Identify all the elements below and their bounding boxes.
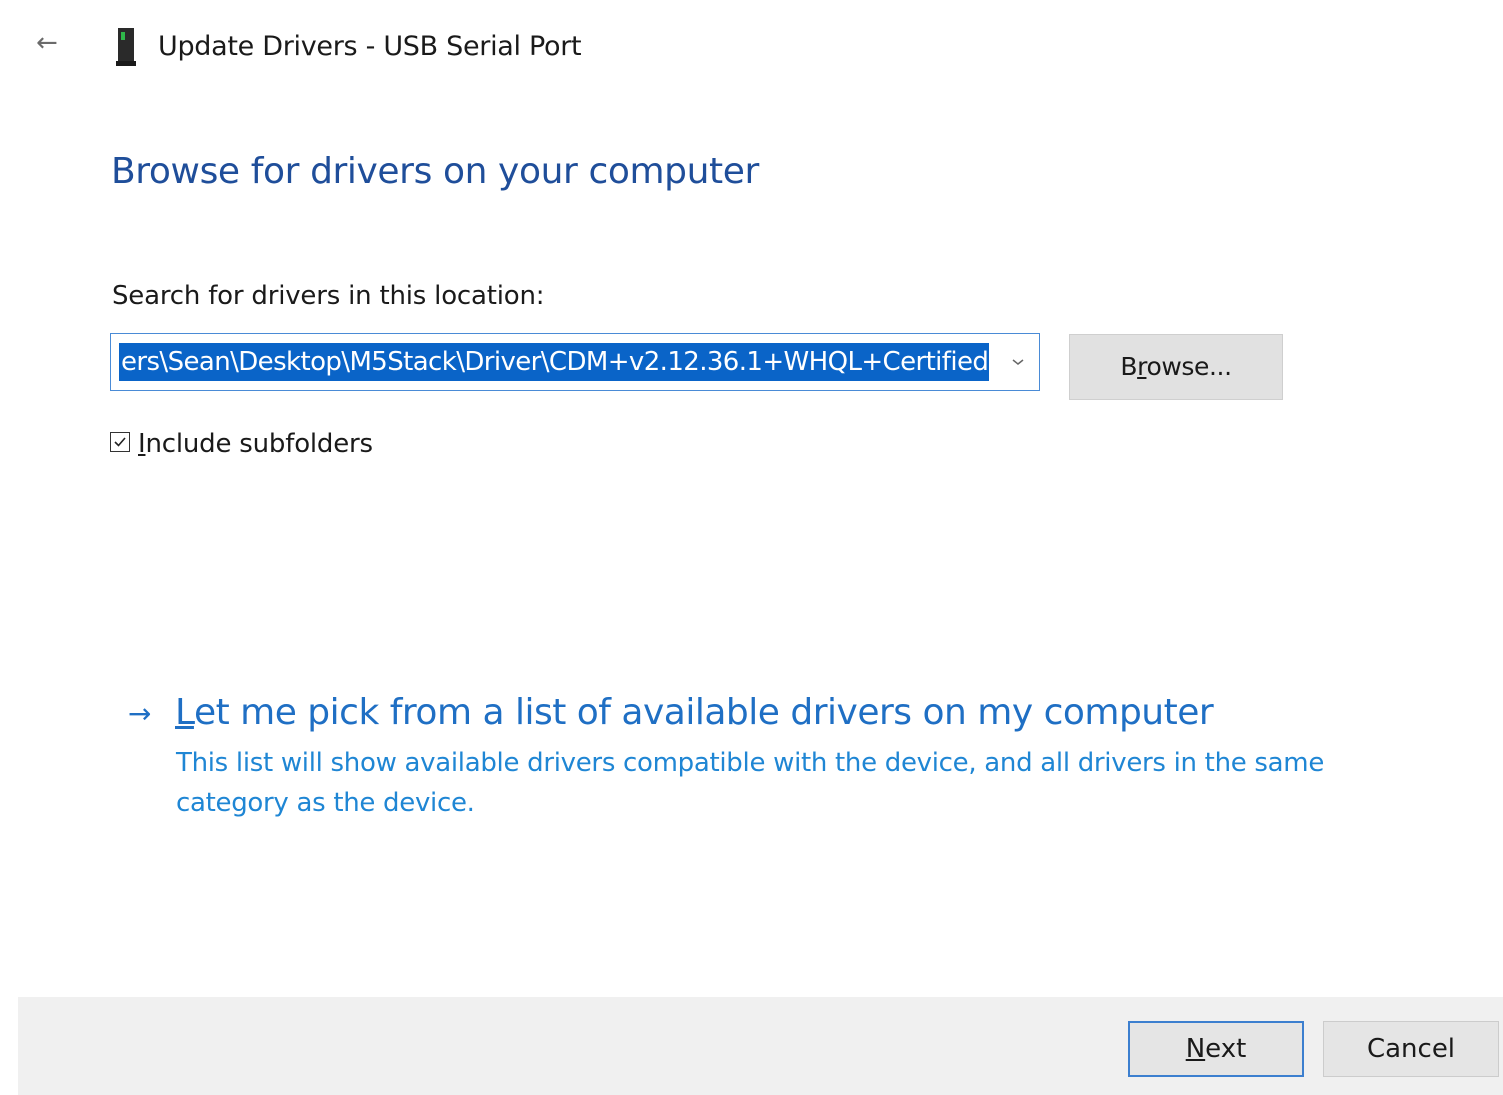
page-heading: Browse for drivers on your computer: [111, 151, 759, 192]
include-subfolders-checkbox[interactable]: [110, 432, 130, 452]
pick-from-list-description[interactable]: This list will show available drivers co…: [176, 743, 1326, 823]
browse-label-suffix: owse...: [1146, 352, 1232, 381]
back-arrow-icon[interactable]: ←: [36, 28, 58, 58]
chevron-down-icon[interactable]: [1007, 348, 1029, 376]
search-location-label: Search for drivers in this location:: [112, 281, 545, 311]
include-subfolders-rest: nclude subfolders: [145, 429, 373, 459]
pick-from-list-title-rest: et me pick from a list of available driv…: [193, 692, 1214, 733]
driver-location-combobox[interactable]: ers\Sean\Desktop\M5Stack\Driver\CDM+v2.1…: [110, 333, 1040, 391]
driver-location-value: ers\Sean\Desktop\M5Stack\Driver\CDM+v2.1…: [119, 343, 989, 381]
window-title: Update Drivers - USB Serial Port: [158, 31, 582, 62]
browse-button[interactable]: Browse...: [1069, 334, 1283, 400]
include-subfolders-label[interactable]: Include subfolders: [138, 426, 373, 462]
usb-device-icon: [116, 28, 136, 66]
update-drivers-window: ← Update Drivers - USB Serial Port Brows…: [0, 0, 1503, 1095]
next-button[interactable]: Next: [1128, 1021, 1304, 1077]
cancel-button[interactable]: Cancel: [1323, 1021, 1499, 1077]
next-label-rest: ext: [1205, 1034, 1247, 1064]
next-label-accel: N: [1185, 1034, 1206, 1064]
pick-from-list-link[interactable]: Let me pick from a list of available dri…: [175, 686, 1214, 740]
driver-location-input[interactable]: ers\Sean\Desktop\M5Stack\Driver\CDM+v2.1…: [119, 343, 989, 381]
right-arrow-icon[interactable]: →: [128, 692, 151, 736]
checkmark-icon: [114, 437, 126, 447]
pick-from-list-accel: L: [175, 692, 194, 733]
browse-label-prefix: B: [1120, 352, 1138, 381]
